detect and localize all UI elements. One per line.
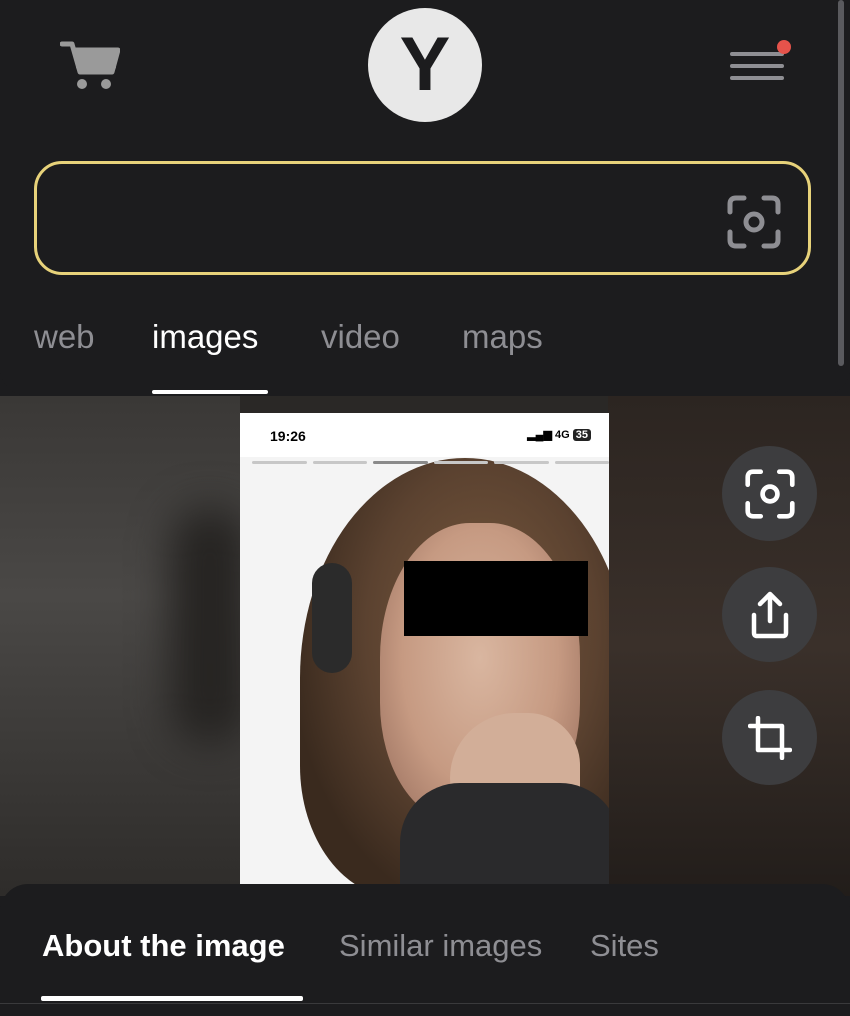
tab-video[interactable]: video	[321, 318, 400, 356]
share-icon	[751, 591, 788, 638]
active-tab-indicator	[152, 390, 268, 394]
photo-sweater	[400, 783, 609, 885]
notification-dot	[777, 40, 791, 54]
cart-icon[interactable]	[60, 38, 120, 92]
active-sheet-tab-indicator	[41, 996, 303, 1001]
hamburger-menu-icon[interactable]	[728, 40, 792, 88]
tab-about-the-image[interactable]: About the image	[42, 928, 285, 964]
query-image[interactable]: 19:26 ▂▄▆ 4G 35	[240, 413, 609, 885]
tab-web[interactable]: web	[34, 318, 95, 356]
search-box[interactable]	[34, 161, 811, 275]
censor-bar	[404, 561, 588, 636]
image-viewer[interactable]: 19:26 ▂▄▆ 4G 35	[0, 396, 850, 896]
search-tabs: web images video maps	[0, 312, 850, 396]
tab-similar-images[interactable]: Similar images	[339, 928, 542, 964]
camera-search-button[interactable]	[722, 446, 817, 541]
photo-status-signal: ▂▄▆ 4G 35	[527, 428, 591, 441]
tab-sites[interactable]: Sites	[590, 928, 659, 964]
tab-images[interactable]: images	[152, 318, 258, 356]
crop-icon	[747, 715, 792, 760]
tab-maps[interactable]: maps	[462, 318, 543, 356]
yandex-logo[interactable]: Y	[368, 8, 482, 122]
photo-network-label: 4G	[555, 429, 570, 441]
photo-status-time: 19:26	[270, 428, 306, 444]
camera-search-icon[interactable]	[726, 194, 782, 250]
camera-search-icon	[744, 468, 795, 519]
logo-letter: Y	[399, 22, 451, 107]
search-input[interactable]	[61, 184, 705, 256]
photo-status-bar: 19:26 ▂▄▆ 4G 35	[240, 413, 609, 457]
photo-headphones	[312, 563, 352, 673]
bottom-sheet: About the image Similar images Sites	[0, 884, 850, 1016]
story-progress	[252, 461, 609, 464]
blurred-background-left	[0, 396, 250, 896]
sheet-divider	[0, 1003, 850, 1004]
share-button[interactable]	[722, 567, 817, 662]
top-header: Y web images video maps	[0, 0, 850, 396]
photo-battery-label: 35	[572, 429, 591, 441]
crop-button[interactable]	[722, 690, 817, 785]
